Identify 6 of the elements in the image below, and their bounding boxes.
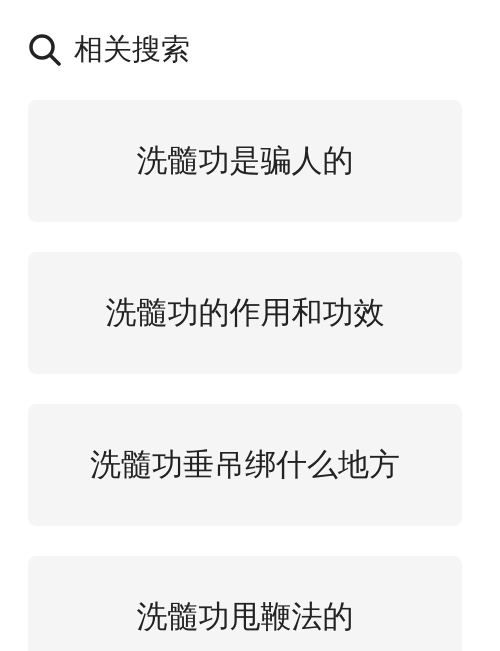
- section-title: 相关搜索: [74, 31, 190, 68]
- suggestion-item[interactable]: 洗髓功甩鞭法的: [28, 556, 462, 651]
- search-icon: [28, 33, 62, 67]
- suggestion-item[interactable]: 洗髓功垂吊绑什么地方: [28, 404, 462, 526]
- suggestion-item[interactable]: 洗髓功的作用和功效: [28, 252, 462, 374]
- suggestion-item[interactable]: 洗髓功是骗人的: [28, 100, 462, 222]
